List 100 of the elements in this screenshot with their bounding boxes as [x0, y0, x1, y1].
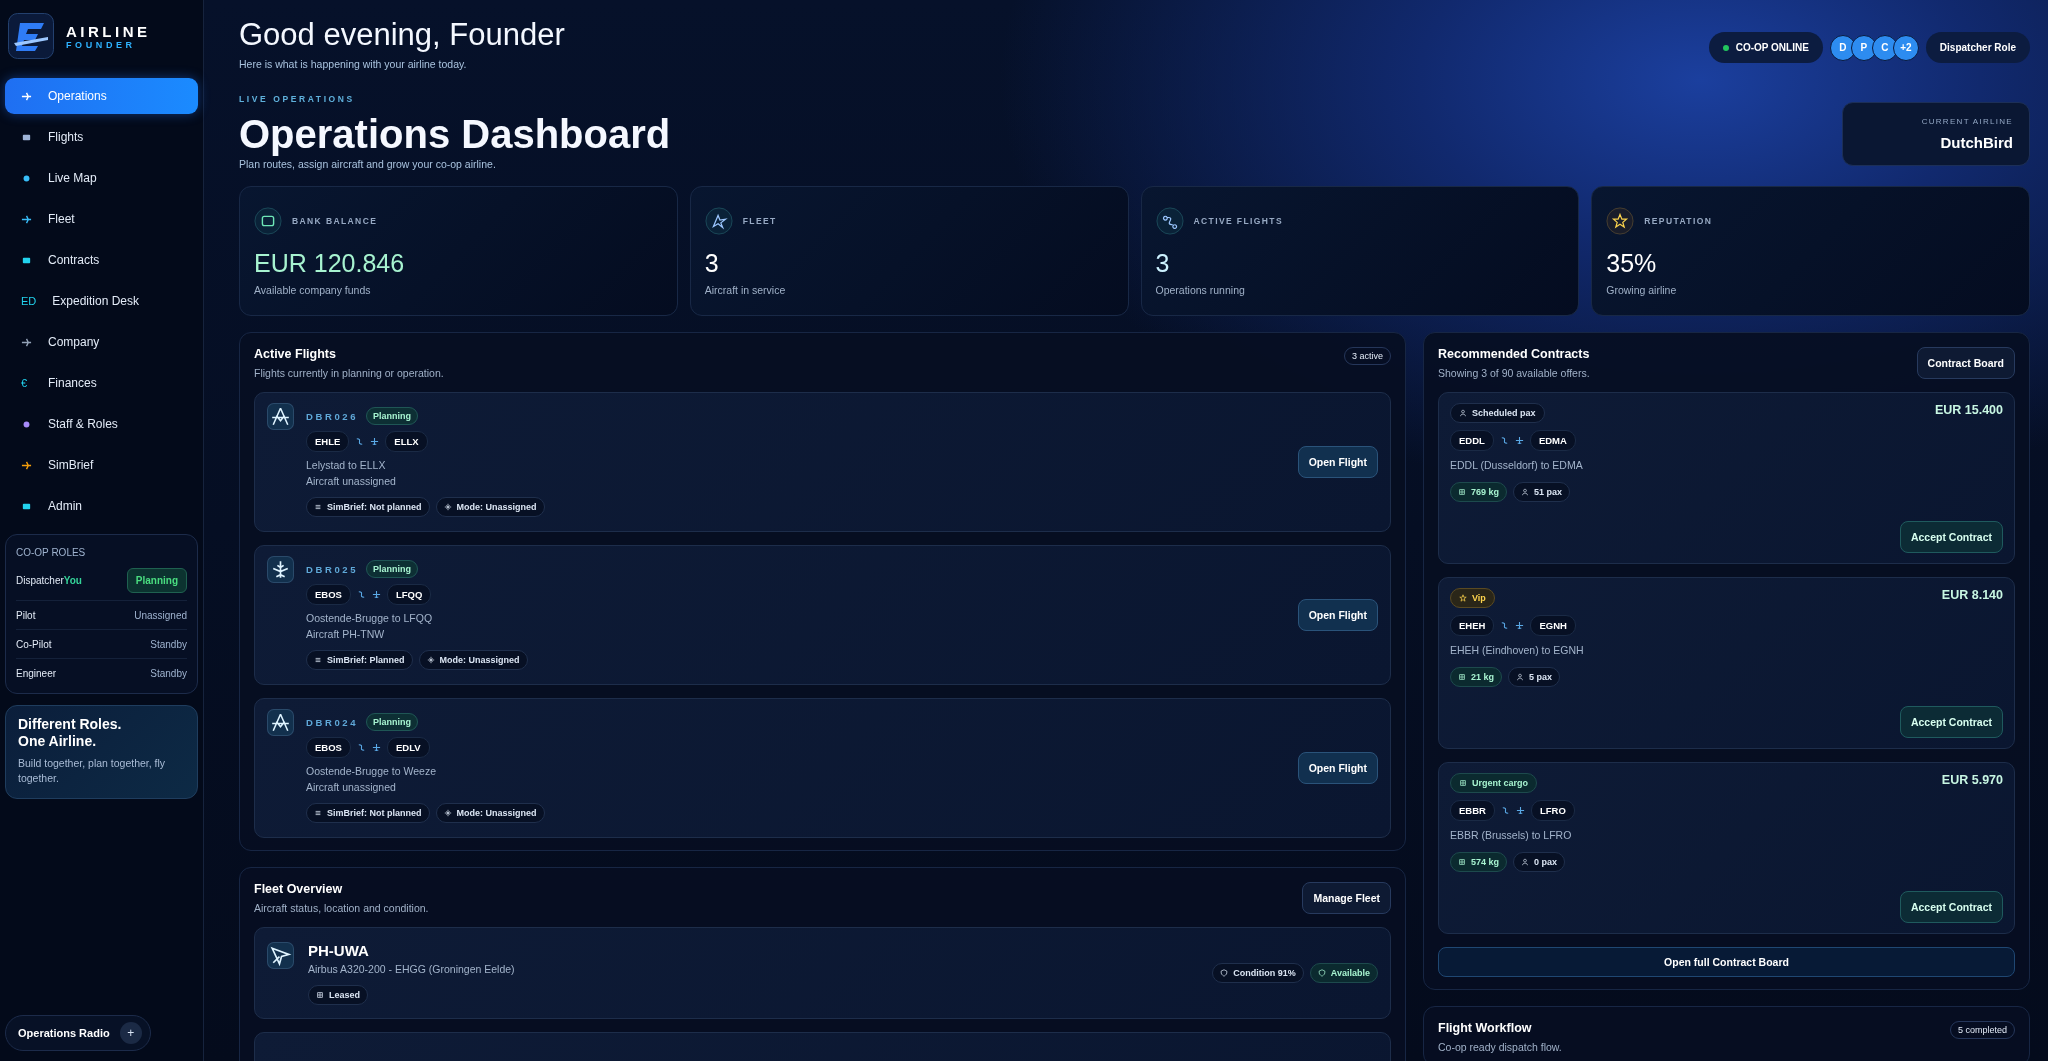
stat-label: BANK BALANCE	[292, 216, 378, 227]
role-name: DispatcherYou	[16, 575, 82, 586]
airport-chip: EBBR	[1450, 800, 1495, 822]
greeting-subtitle: Here is what is happening with your airline today.	[239, 58, 468, 71]
manage-fleet-button[interactable]: Manage Fleet	[1302, 882, 1391, 915]
nav-icon	[21, 90, 32, 102]
star-icon	[1459, 594, 1467, 603]
page-title: Operations Dashboard	[239, 112, 671, 157]
sparkle-icon	[443, 503, 452, 512]
role-status-badge: Planning	[126, 568, 187, 593]
nav-item[interactable]: SimBrief	[5, 447, 198, 483]
contract-type-chip: Urgent cargo	[1450, 773, 1537, 794]
page-subtitle: Plan routes, assign aircraft and grow your co-op airline.	[239, 158, 497, 171]
airline-label: CURRENT AIRLINE	[1921, 117, 2013, 127]
airline-name: DutchBird	[1940, 134, 2013, 152]
panel-title: Fleet Overview	[254, 882, 344, 897]
expand-button[interactable]: +	[119, 1022, 142, 1044]
condition-chip: Condition 91%	[1212, 963, 1304, 984]
aircraft-icon	[267, 709, 294, 737]
airport-chip: EDMA	[1529, 430, 1576, 452]
stat-label: FLEET	[742, 216, 777, 227]
nav-item[interactable]: Flights	[5, 119, 198, 155]
simbrief-chip: SimBrief: Not planned	[306, 803, 430, 824]
brand-name: AIRLINE	[66, 22, 151, 40]
panel-title: Recommended Contracts	[1438, 347, 1590, 362]
simbrief-chip: SimBrief: Not planned	[306, 497, 430, 518]
nav-item[interactable]: Admin	[5, 488, 198, 524]
accept-contract-button[interactable]: Accept Contract	[1899, 891, 2003, 924]
pax-chip: 5 pax	[1508, 667, 1561, 688]
status-pill: CO-OP ONLINE	[1708, 32, 1823, 63]
sparkle-icon	[426, 656, 435, 665]
nav-icon	[21, 213, 32, 225]
airport-chip: EDDL	[1450, 430, 1494, 452]
shield-icon	[1220, 969, 1229, 978]
list-icon	[314, 503, 322, 512]
nav-item[interactable]: € Finances	[5, 365, 198, 401]
person-icon	[1459, 409, 1467, 418]
nav-item[interactable]: Contracts	[5, 242, 198, 278]
route-icon	[356, 590, 366, 600]
open-flight-button[interactable]: Open Flight	[1297, 599, 1378, 632]
pax-chip: 51 pax	[1513, 482, 1571, 503]
role-name: Pilot	[16, 609, 36, 621]
role-name: Engineer	[16, 667, 57, 679]
flight-code: DBR025	[306, 563, 359, 575]
route-text: Oostende-Brugge to LFQQ	[306, 612, 434, 625]
greeting: Good evening, Founder	[239, 18, 565, 53]
flight-code: DBR026	[306, 410, 359, 422]
cargo-chip: 21 kg	[1450, 667, 1502, 688]
radio-label: Operations Radio	[18, 1027, 110, 1039]
mode-chip: Mode: Unassigned	[435, 803, 545, 824]
nav-item[interactable]: Live Map	[5, 160, 198, 196]
open-contract-board-button[interactable]: Open full Contract Board	[1438, 947, 2015, 978]
avatar: D	[1829, 34, 1856, 61]
contract-board-button[interactable]: Contract Board	[1916, 347, 2015, 380]
stat-caption: Available company funds	[254, 284, 372, 297]
aircraft-icon	[267, 403, 294, 431]
contract-price: EUR 5.970	[1941, 773, 2003, 788]
role-button[interactable]: Dispatcher Role	[1925, 32, 2030, 63]
cargo-chip: 574 kg	[1450, 852, 1508, 873]
nav-item[interactable]: Fleet	[5, 201, 198, 237]
sparkle-icon	[443, 809, 452, 818]
route-icon	[355, 437, 365, 447]
contract-price: EUR 15.400	[1934, 403, 2003, 418]
role-status: Unassigned	[134, 609, 187, 621]
airport-chip: LFRO	[1530, 800, 1575, 822]
panel-subtitle: Co-op ready dispatch flow.	[1438, 1041, 1562, 1054]
open-flight-button[interactable]: Open Flight	[1297, 446, 1378, 479]
open-flight-button[interactable]: Open Flight	[1297, 752, 1378, 785]
role-status: Standby	[150, 667, 187, 679]
stat-value: 3	[704, 249, 720, 279]
leased-chip: Leased	[308, 984, 369, 1005]
route-text: EDDL (Dusseldorf) to EDMA	[1450, 459, 1584, 472]
registration: PH-UWA	[308, 941, 370, 959]
airport-chip: EDLV	[386, 737, 430, 759]
contract-type-chip: Vip	[1450, 588, 1495, 609]
nav-item[interactable]: Operations	[5, 78, 198, 114]
accept-contract-button[interactable]: Accept Contract	[1899, 521, 2003, 554]
route-icon	[1500, 806, 1510, 816]
stat-label: REPUTATION	[1644, 216, 1713, 227]
logo-icon	[8, 13, 54, 59]
aircraft-text: Aircraft PH-TNW	[306, 628, 386, 641]
aircraft-icon	[267, 556, 294, 584]
status-badge: Planning	[366, 713, 419, 732]
stat-value: 3	[1155, 249, 1171, 279]
accept-contract-button[interactable]: Accept Contract	[1899, 706, 2003, 739]
nav-item[interactable]: Staff & Roles	[5, 406, 198, 442]
roles-title: CO-OP ROLES	[16, 547, 87, 558]
nav-item[interactable]: ED Expedition Desk	[5, 283, 198, 319]
wallet-icon	[254, 207, 282, 236]
airport-chip: EGNH	[1530, 615, 1576, 637]
nav-item[interactable]: Company	[5, 324, 198, 360]
promo-title: Different Roles. One Airline.	[18, 716, 123, 750]
panel-subtitle: Flights currently in planning or operation.	[254, 367, 444, 380]
role-name: Co-Pilot	[16, 638, 52, 650]
status-badge: Planning	[366, 407, 419, 426]
aircraft-text: Aircraft unassigned	[306, 781, 397, 794]
person-icon	[1521, 858, 1530, 867]
contract-type-chip: Scheduled pax	[1450, 403, 1545, 424]
stat-value: 35%	[1606, 249, 1658, 279]
airport-chip: LFQQ	[386, 584, 432, 606]
